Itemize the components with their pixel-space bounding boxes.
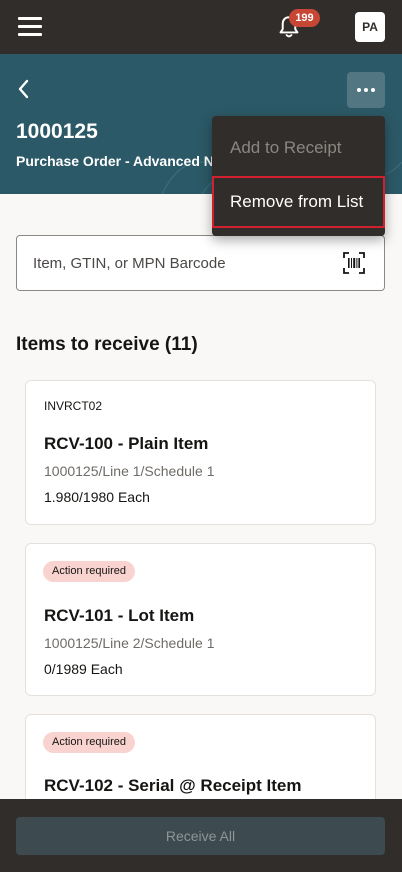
barcode-search-input[interactable] [33, 236, 333, 290]
hamburger-menu-icon[interactable] [18, 17, 42, 37]
item-quantity: 0/1989 Each [44, 661, 123, 677]
notification-count-badge: 199 [289, 9, 320, 27]
user-avatar[interactable]: PA [355, 12, 385, 42]
barcode-scan-icon[interactable] [343, 252, 365, 274]
item-card[interactable]: Action required RCV-101 - Lot Item 10001… [25, 543, 376, 696]
item-card[interactable]: INVRCT02 RCV-100 - Plain Item 1000125/Li… [25, 380, 376, 525]
bottom-action-bar: Receive All [0, 799, 402, 872]
back-chevron-icon[interactable] [12, 76, 36, 102]
items-section-title: Items to receive (11) [16, 334, 198, 355]
menu-item-add-to-receipt: Add to Receipt [230, 138, 342, 157]
item-organization-code: INVRCT02 [44, 399, 103, 413]
item-title: RCV-101 - Lot Item [44, 606, 195, 625]
action-required-badge: Action required [43, 561, 135, 582]
top-app-bar: 199 PA [0, 0, 402, 54]
menu-item-remove-from-list[interactable]: Remove from List [212, 176, 385, 228]
item-line-schedule: 1000125/Line 2/Schedule 1 [44, 635, 215, 651]
more-actions-button[interactable] [347, 72, 385, 108]
item-line-schedule: 1000125/Line 1/Schedule 1 [44, 463, 215, 479]
receive-all-button[interactable]: Receive All [16, 817, 385, 855]
item-quantity: 1.980/1980 Each [44, 489, 150, 505]
page-title: 1000125 [16, 120, 98, 143]
barcode-search-field [16, 235, 385, 291]
item-title: RCV-102 - Serial @ Receipt Item [44, 776, 302, 795]
item-title: RCV-100 - Plain Item [44, 434, 209, 453]
action-required-badge: Action required [43, 732, 135, 753]
actions-menu: Add to Receipt Remove from List [212, 116, 385, 236]
page-subtitle: Purchase Order - Advanced N [16, 153, 214, 169]
